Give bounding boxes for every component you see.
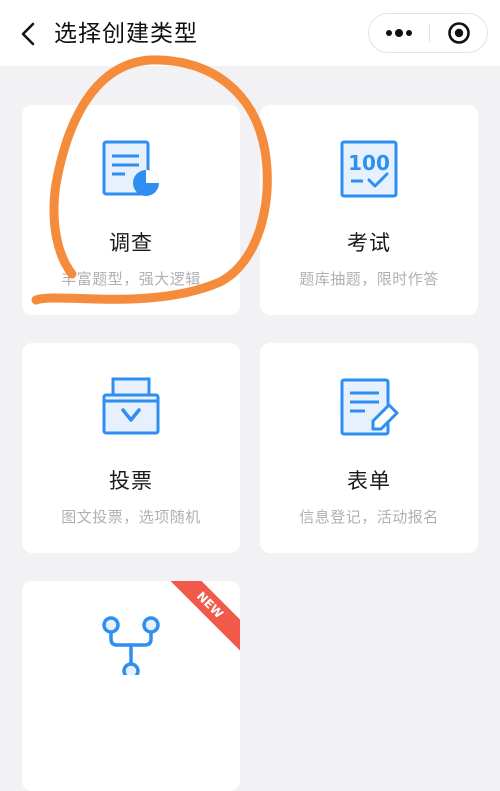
more-menu-button[interactable]: [369, 14, 429, 52]
card-survey[interactable]: 调查 丰富题型，强大逻辑: [22, 105, 240, 315]
card-title: 调查: [109, 231, 153, 255]
card-title: 表单: [347, 469, 391, 493]
hand-drawn-circle-annotation: [31, 55, 272, 305]
survey-chart-icon: [102, 140, 159, 196]
form-edit-icon: [340, 378, 399, 436]
card-description: 图文投票，选项随机: [61, 508, 201, 526]
flow-branch-icon: [102, 616, 160, 675]
card-title: 考试: [347, 231, 391, 255]
card-exam[interactable]: 100 考试 题库抽题，限时作答: [260, 105, 478, 315]
card-flow[interactable]: NEW: [22, 581, 240, 791]
card-vote[interactable]: 投票 图文投票，选项随机: [22, 343, 240, 553]
card-description: 信息登记，活动报名: [299, 508, 439, 526]
card-title: 投票: [109, 469, 153, 493]
back-button[interactable]: [14, 18, 42, 50]
close-mini-program-button[interactable]: [430, 14, 488, 52]
new-badge-label: NEW: [170, 581, 240, 651]
card-description: 丰富题型，强大逻辑: [61, 270, 201, 288]
target-circle-icon: [448, 22, 470, 44]
chevron-left-icon: [21, 22, 35, 46]
card-description: 题库抽题，限时作答: [299, 270, 439, 288]
new-badge: NEW: [170, 581, 240, 651]
ballot-box-icon: [102, 377, 160, 435]
card-form[interactable]: 表单 信息登记，活动报名: [260, 343, 478, 553]
mini-program-capsule: [368, 13, 488, 53]
exam-score-text: 100: [348, 151, 390, 175]
more-dots-icon: [386, 29, 412, 37]
exam-score-icon: 100: [340, 140, 398, 198]
top-navigation-bar: 选择创建类型: [0, 0, 500, 66]
page-title: 选择创建类型: [54, 21, 198, 47]
